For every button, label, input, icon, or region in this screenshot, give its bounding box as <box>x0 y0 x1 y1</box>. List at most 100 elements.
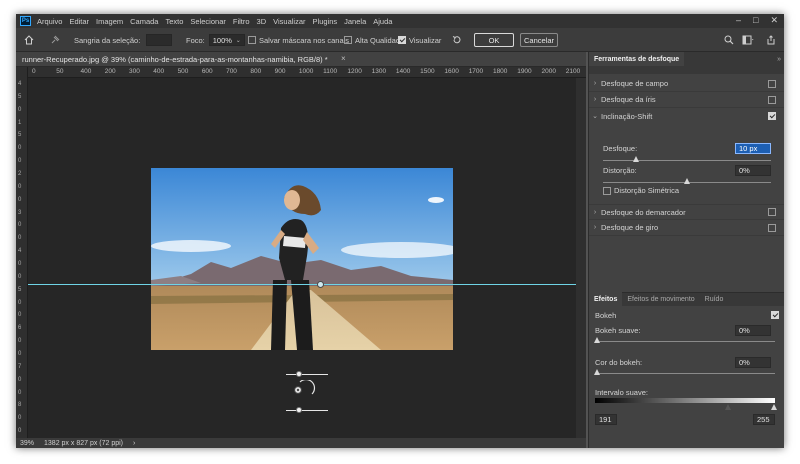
vertical-scrollbar[interactable] <box>576 78 586 438</box>
focus-field[interactable]: 100% ⌄ <box>208 34 245 46</box>
search-icon[interactable] <box>724 28 734 52</box>
tilt-shift-checkbox[interactable] <box>768 112 776 120</box>
bokeh-color-thumb[interactable] <box>594 369 600 375</box>
close-icon[interactable]: × <box>341 54 346 63</box>
distortion-thumb[interactable] <box>683 178 690 184</box>
bokeh-color-slider[interactable] <box>595 373 775 374</box>
vertical-ruler: 4 5 0 1 5 0 0 2 0 0 3 0 0 4 0 0 5 0 0 6 0 0 7 0 0 8 0 0 <box>16 67 28 438</box>
ruler-tick: 0 <box>18 389 22 396</box>
iris-blur-checkbox[interactable] <box>768 95 776 104</box>
preview-label: Visualizar <box>409 35 442 45</box>
ruler-tick: 0 <box>18 196 22 203</box>
ruler-tick: 1300 <box>371 68 387 75</box>
path-blur-checkbox[interactable] <box>768 208 776 216</box>
menu-plugins[interactable]: Plugins <box>313 17 338 26</box>
canvas-area[interactable] <box>28 78 576 447</box>
light-range-gradient[interactable] <box>595 398 775 403</box>
light-range-high-thumb[interactable] <box>771 404 777 410</box>
tab-noise[interactable]: Ruído <box>700 292 729 306</box>
bokeh-soft-field[interactable]: 0% <box>735 325 771 336</box>
transition-handle-bottom[interactable] <box>296 407 302 413</box>
focus-value: 100% <box>212 35 232 45</box>
chevron-down-icon: ⌄ <box>235 37 241 44</box>
tab-blur-tools[interactable]: Ferramentas de desfoque <box>589 52 685 66</box>
menu-janela[interactable]: Janela <box>344 17 366 26</box>
zoom-level[interactable]: 39% <box>20 440 34 447</box>
blur-amount-slider[interactable] <box>603 160 771 161</box>
menu-camada[interactable]: Camada <box>130 17 158 26</box>
blur-amount-field[interactable]: 10 px <box>735 143 771 154</box>
ruler-tick: 2000 <box>541 68 556 75</box>
blur-field-row[interactable]: › Desfoque de campo <box>589 76 784 92</box>
high-quality-option[interactable]: Alta Qualidade <box>344 28 404 52</box>
light-range-low-thumb[interactable] <box>725 404 731 410</box>
window-controls: – □ ✕ <box>736 15 778 26</box>
tab-motion-effects[interactable]: Efeitos de movimento <box>622 292 699 306</box>
tilt-shift-row[interactable]: ⌄ Inclinação-Shift <box>589 108 784 124</box>
ruler-tick: 1400 <box>395 68 411 75</box>
bokeh-color-field[interactable]: 0% <box>735 357 771 368</box>
menu-selecionar[interactable]: Selecionar <box>190 17 225 26</box>
save-mask-checkbox[interactable] <box>248 36 256 44</box>
focus-line-handle[interactable] <box>317 281 324 288</box>
minimize-button[interactable]: – <box>736 15 741 26</box>
selection-bleed-field[interactable] <box>146 34 173 46</box>
cancel-button[interactable]: Cancelar <box>520 33 558 47</box>
blur-amount-thumb[interactable] <box>633 156 640 162</box>
ok-button[interactable]: OK <box>474 33 514 47</box>
symmetric-distortion-option[interactable]: Distorção Simétrica <box>603 186 679 195</box>
bokeh-soft-slider[interactable] <box>595 341 775 342</box>
blur-field-checkbox[interactable] <box>768 79 776 88</box>
document-tab[interactable]: runner-Recuperado.jpg @ 39% (caminho-de-… <box>16 52 586 67</box>
menu-filtro[interactable]: Filtro <box>233 17 250 26</box>
rotate-icon[interactable] <box>292 380 320 396</box>
menu-imagem[interactable]: Imagem <box>96 17 123 26</box>
transition-handle-top[interactable] <box>296 371 302 377</box>
ruler-tick: 0 <box>18 299 22 306</box>
ruler-tick: 5 <box>18 132 22 139</box>
transition-line-bottom[interactable] <box>286 410 328 411</box>
maximize-button[interactable]: □ <box>753 15 758 26</box>
menu-visualizar[interactable]: Visualizar <box>273 17 305 26</box>
close-window-button[interactable]: ✕ <box>770 15 778 26</box>
workspace-icon[interactable] <box>742 28 754 52</box>
symmetric-distortion-checkbox[interactable] <box>603 186 611 195</box>
light-range-low-field[interactable]: 191 <box>595 414 617 425</box>
spin-blur-checkbox[interactable] <box>768 223 776 232</box>
menu-editar[interactable]: Editar <box>69 17 89 26</box>
tab-effects[interactable]: Efeitos <box>589 292 623 306</box>
document-title: runner-Recuperado.jpg @ 39% (caminho-de-… <box>22 55 328 64</box>
ruler-tick: 0 <box>18 158 22 165</box>
ruler-tick: 0 <box>18 312 22 319</box>
bokeh-checkbox[interactable] <box>771 311 779 319</box>
distortion-field[interactable]: 0% <box>735 165 771 176</box>
status-menu-arrow[interactable]: › <box>133 440 135 447</box>
path-blur-row[interactable]: › Desfoque do demarcador <box>589 204 784 220</box>
share-icon[interactable] <box>766 28 776 52</box>
pin-tool-icon[interactable] <box>50 28 60 52</box>
preview-option[interactable]: Visualizar <box>398 28 441 52</box>
focus-line[interactable] <box>28 284 576 285</box>
menu-3d[interactable]: 3D <box>257 17 267 26</box>
menu-arquivo[interactable]: Arquivo <box>37 17 62 26</box>
collapse-panel-icon[interactable]: » <box>777 56 781 63</box>
photoshop-window: Ps Arquivo Editar Imagem Camada Texto Se… <box>16 14 784 448</box>
save-mask-option[interactable]: Salvar máscara nos canais <box>248 28 349 52</box>
ruler-tick: 1800 <box>492 68 508 75</box>
reset-icon[interactable] <box>452 28 462 52</box>
menu-texto[interactable]: Texto <box>165 17 183 26</box>
transition-line-top[interactable] <box>286 374 328 375</box>
ruler-tick: 0 <box>18 376 22 383</box>
runner-photo[interactable] <box>151 168 453 350</box>
iris-blur-row[interactable]: › Desfoque da íris <box>589 92 784 108</box>
menu-ajuda[interactable]: Ajuda <box>373 17 392 26</box>
high-quality-checkbox[interactable] <box>344 36 352 44</box>
light-range-high-field[interactable]: 255 <box>753 414 775 425</box>
preview-checkbox[interactable] <box>398 36 406 44</box>
ruler-tick: 0 <box>18 106 22 113</box>
bokeh-soft-thumb[interactable] <box>594 337 600 343</box>
spin-blur-row[interactable]: › Desfoque de giro <box>589 220 784 236</box>
ruler-tick: 1900 <box>517 68 532 75</box>
chevron-down-icon: ⌄ <box>592 113 598 120</box>
home-icon[interactable] <box>24 28 34 52</box>
